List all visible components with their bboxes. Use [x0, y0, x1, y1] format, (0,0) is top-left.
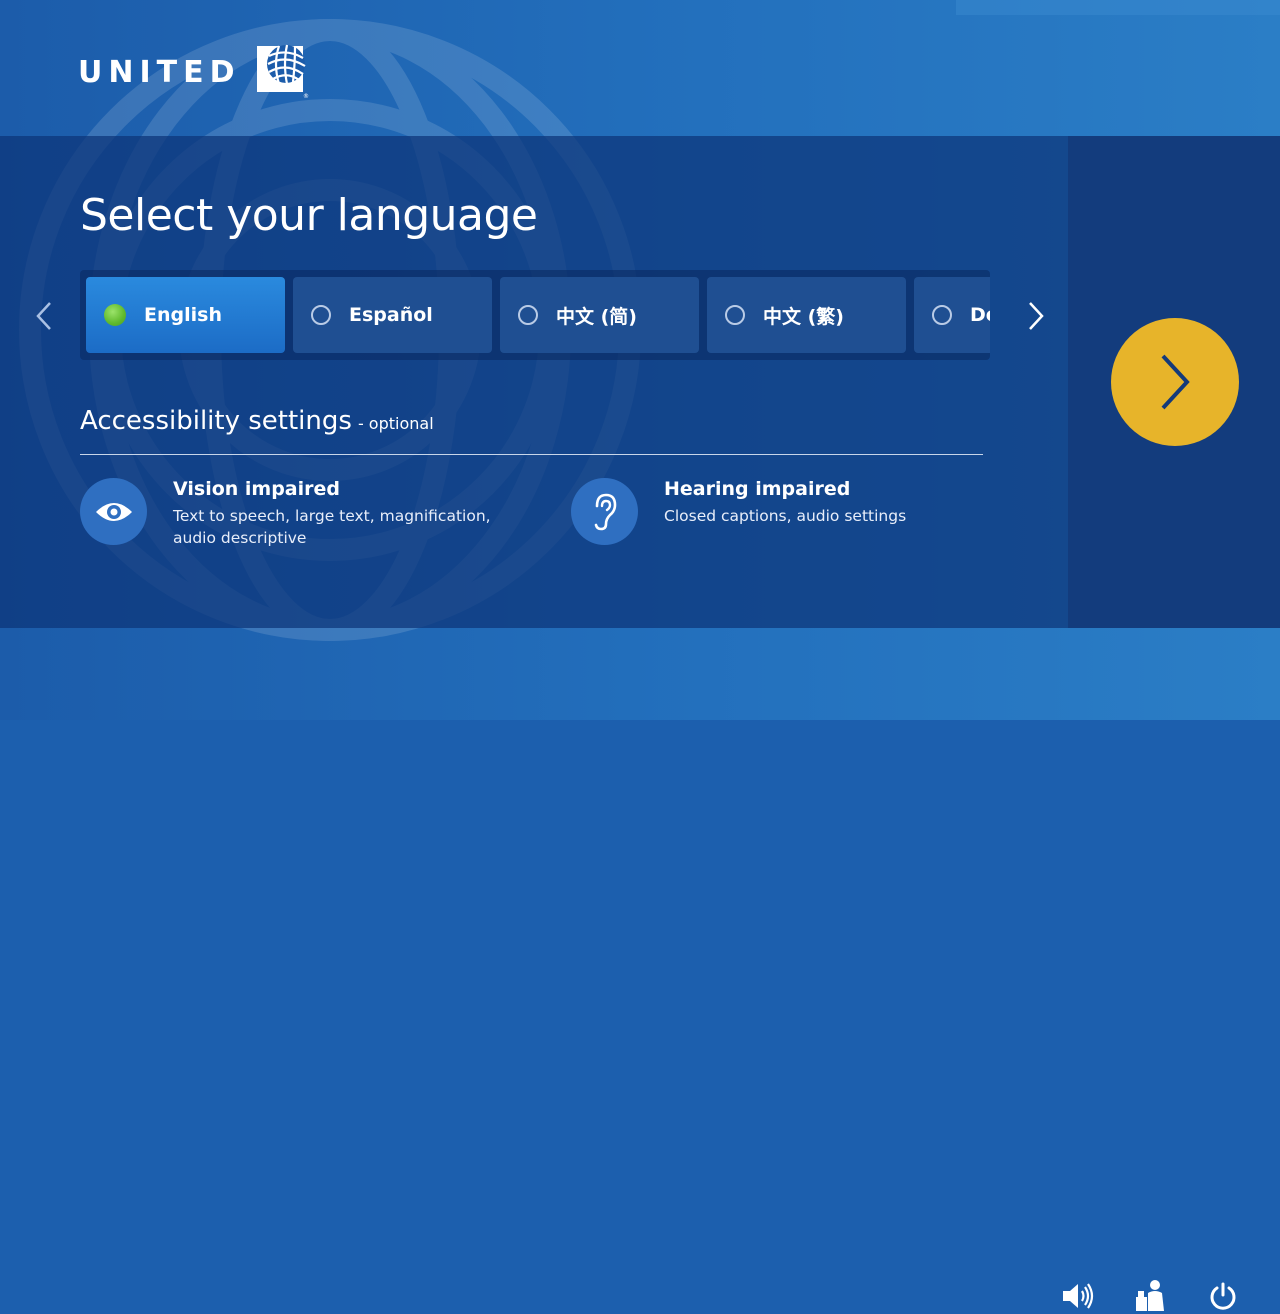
page-title: Select your language — [80, 190, 538, 241]
radio-icon — [725, 305, 745, 325]
vision-impaired-option[interactable]: Vision impaired Text to speech, large te… — [80, 478, 493, 549]
hearing-impaired-option[interactable]: Hearing impaired Closed captions, audio … — [571, 478, 984, 545]
call-attendant-button[interactable] — [1133, 1278, 1169, 1314]
hearing-impaired-text: Hearing impaired Closed captions, audio … — [664, 478, 984, 527]
hearing-impaired-description: Closed captions, audio settings — [664, 507, 907, 525]
chevron-left-icon — [36, 302, 51, 330]
radio-icon — [932, 305, 952, 325]
language-option-spanish[interactable]: Español — [293, 277, 492, 353]
svg-text:®: ® — [303, 93, 309, 100]
divider — [80, 454, 983, 455]
language-label: De — [970, 304, 990, 326]
optional-label: - optional — [357, 414, 434, 433]
eye-icon — [80, 478, 147, 545]
language-next-button[interactable] — [1018, 296, 1054, 336]
language-option-german[interactable]: De — [914, 277, 990, 353]
language-option-chinese-simplified[interactable]: 中文 (简) — [500, 277, 699, 353]
header: UNITED ® — [0, 0, 1280, 136]
language-prev-button[interactable] — [26, 296, 62, 336]
radio-selected-icon — [104, 304, 126, 326]
radio-icon — [311, 305, 331, 325]
volume-button[interactable] — [1060, 1278, 1096, 1314]
footer — [0, 628, 1280, 1311]
language-label: Español — [349, 304, 433, 326]
continue-button[interactable] — [1111, 318, 1239, 446]
call-attendant-icon — [1136, 1280, 1164, 1311]
volume-icon — [1063, 1283, 1094, 1309]
chevron-right-icon — [1029, 302, 1044, 330]
vision-impaired-title: Vision impaired — [173, 478, 341, 500]
united-logo: UNITED ® — [78, 44, 309, 100]
language-option-chinese-traditional[interactable]: 中文 (繁) — [707, 277, 906, 353]
ear-icon — [571, 478, 638, 545]
accessibility-heading: Accessibility settings - optional — [80, 406, 434, 436]
language-label: 中文 (繁) — [763, 305, 844, 328]
language-selector: English Español 中文 (简) 中文 (繁) De — [80, 270, 990, 360]
vision-impaired-text: Vision impaired Text to speech, large te… — [173, 478, 493, 549]
language-label: English — [144, 304, 222, 326]
language-option-english[interactable]: English — [86, 277, 285, 353]
united-globe-icon: ® — [256, 44, 309, 100]
radio-icon — [518, 305, 538, 325]
accessibility-heading-text: Accessibility settings — [80, 406, 352, 436]
power-button[interactable] — [1205, 1278, 1241, 1314]
vision-impaired-description: Text to speech, large text, magnificatio… — [173, 507, 491, 547]
brand-name: UNITED — [78, 54, 241, 90]
hearing-impaired-title: Hearing impaired — [664, 478, 851, 500]
language-label: 中文 (简) — [556, 305, 637, 328]
language-list: English Español 中文 (简) 中文 (繁) De — [86, 277, 990, 353]
power-icon — [1210, 1282, 1236, 1310]
chevron-right-icon — [1161, 354, 1190, 410]
